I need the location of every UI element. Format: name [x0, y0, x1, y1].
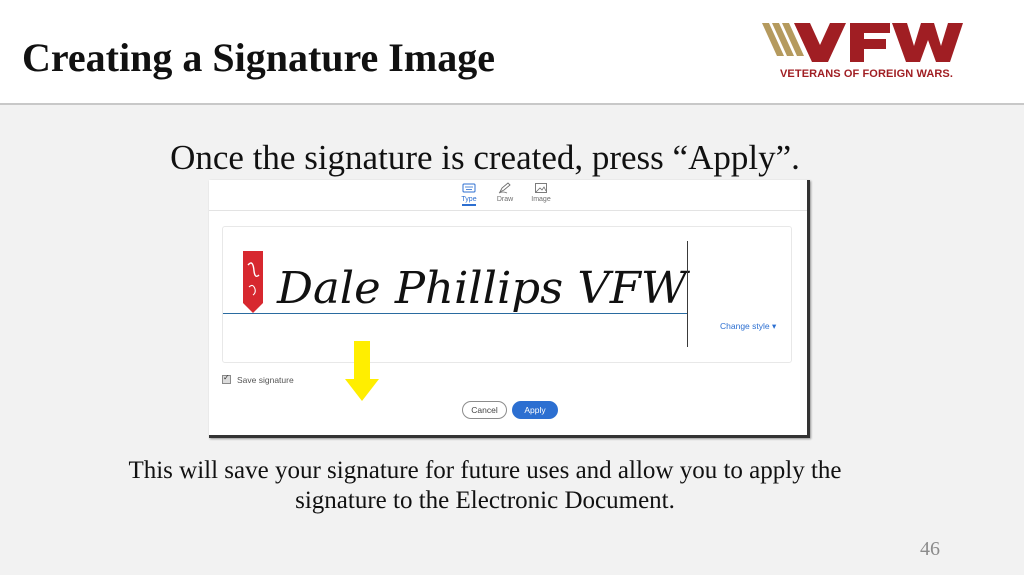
instruction-text: Once the signature is created, press “Ap… [170, 138, 800, 177]
pen-icon [485, 182, 525, 196]
footer-text: This will save your signature for future… [0, 456, 970, 516]
tab-image[interactable]: Image [521, 182, 561, 203]
signature-baseline [223, 313, 687, 314]
save-signature-option[interactable]: Save signature [222, 373, 294, 385]
slide-header: Creating a Signature Image VETERANS OF F… [0, 0, 1024, 105]
adobe-acrobat-icon [243, 251, 263, 313]
slide-title: Creating a Signature Image [22, 35, 495, 80]
svg-text:Dale Phillips VFW: Dale Phillips VFW [276, 263, 691, 314]
keyboard-icon [449, 182, 489, 196]
signature-text: Dale Phillips VFW [276, 263, 691, 314]
tab-draw[interactable]: Draw [485, 182, 525, 203]
vfw-tagline: VETERANS OF FOREIGN WARS. [780, 68, 954, 80]
tab-type-label: Type [461, 196, 477, 203]
tab-draw-label: Draw [496, 196, 514, 203]
save-signature-checkbox[interactable] [222, 373, 231, 385]
footer-line-2: signature to the Electronic Document. [295, 487, 675, 514]
text-cursor [687, 241, 688, 347]
change-style-link[interactable]: Change style ▾ [720, 321, 776, 332]
signature-tabs: Type Draw Image [209, 180, 807, 211]
signature-dialog-screenshot: Type Draw Image Dale Phillips VFW Change… [209, 180, 810, 438]
cancel-button[interactable]: Cancel [462, 401, 507, 419]
image-icon [521, 182, 561, 196]
tab-image-label: Image [531, 196, 551, 203]
apply-button[interactable]: Apply [512, 401, 558, 419]
yellow-arrow-icon [345, 341, 379, 401]
page-number: 46 [920, 538, 940, 560]
tab-type[interactable]: Type [449, 182, 489, 206]
save-signature-label: Save signature [237, 375, 294, 385]
footer-line-1: This will save your signature for future… [128, 457, 842, 484]
signature-input-area[interactable]: Dale Phillips VFW Change style ▾ [222, 226, 792, 363]
